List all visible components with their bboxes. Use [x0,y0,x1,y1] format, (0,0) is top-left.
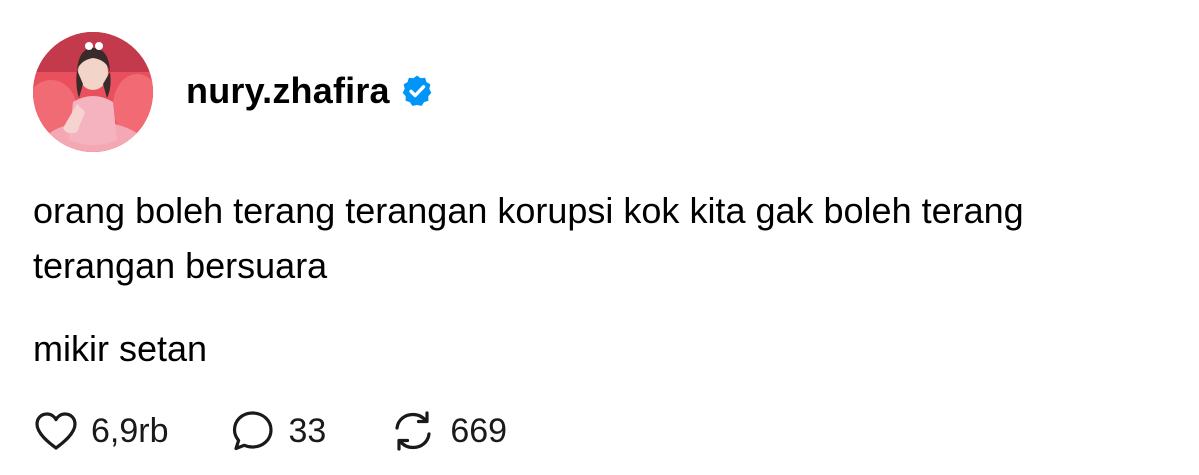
post-text-paragraph-2: mikir setan [33,328,208,369]
verified-badge-icon [400,74,434,108]
like-count: 6,9rb [91,411,169,450]
avatar[interactable] [33,32,153,152]
post-card: nury.zhafira orang boleh terang terangan… [0,0,1199,475]
post-header: nury.zhafira [186,68,434,114]
reply-button[interactable]: 33 [231,409,327,453]
repost-icon [388,409,438,453]
repost-button[interactable]: 669 [388,409,507,453]
username[interactable]: nury.zhafira [186,70,390,112]
post-text-paragraph-1: orang boleh terang terangan korupsi kok … [33,190,1034,286]
avatar-photo [33,32,153,152]
heart-icon [33,410,79,452]
reply-count: 33 [288,411,327,450]
post-actions: 6,9rb 33 669 [33,404,569,458]
comment-icon [231,409,277,453]
like-button[interactable]: 6,9rb [33,410,169,452]
repost-count: 669 [450,411,508,450]
